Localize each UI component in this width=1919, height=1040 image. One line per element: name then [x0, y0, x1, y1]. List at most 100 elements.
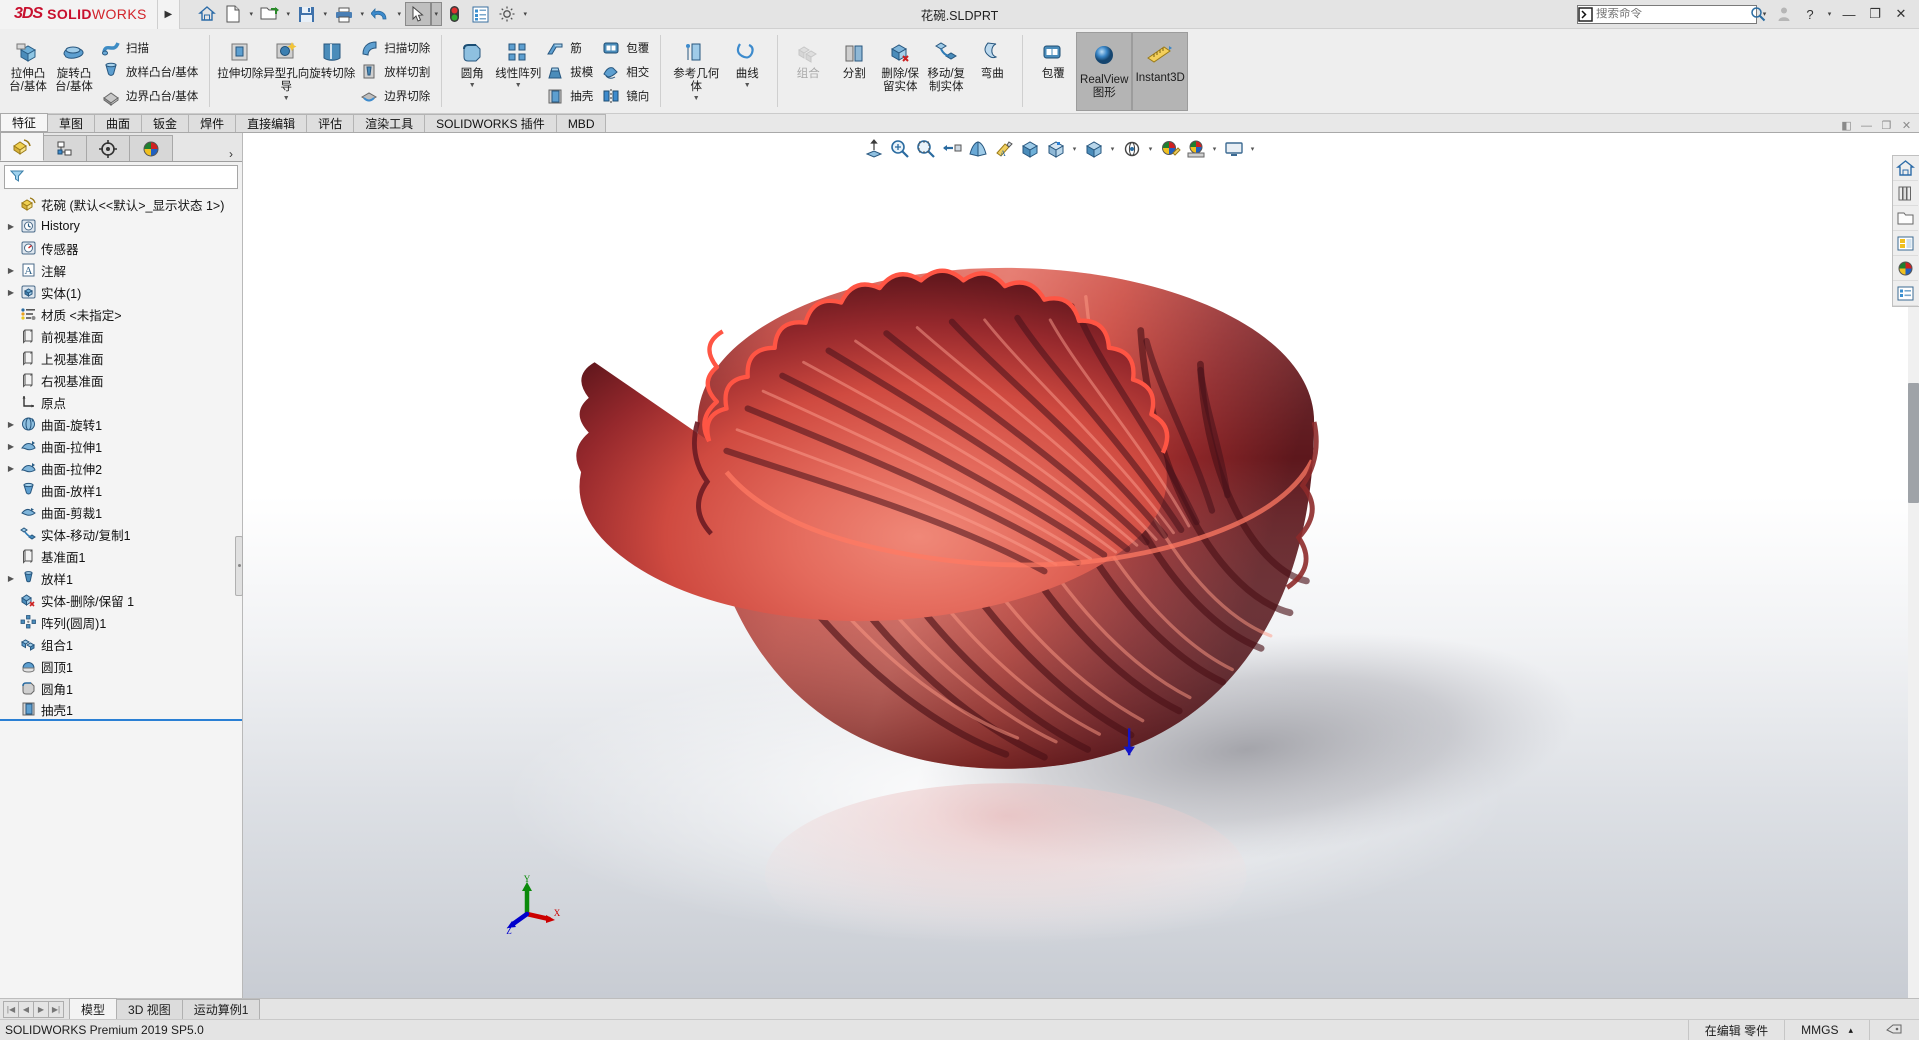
design-library-home-icon[interactable]	[1893, 156, 1918, 181]
panel-splitter-handle[interactable]	[235, 535, 243, 596]
undo-icon[interactable]	[368, 2, 394, 26]
sweep-button[interactable]: 扫描	[97, 36, 202, 60]
linear-pattern-caret-icon[interactable]: ▼	[515, 82, 522, 89]
tree-arrow-surface-extrude2[interactable]: ▶	[4, 464, 18, 473]
linear-pattern-button[interactable]: 线性阵列 ▼	[495, 32, 541, 89]
draft-button[interactable]: 拔模	[541, 60, 597, 84]
view-settings-caret-icon[interactable]: ▾	[1145, 137, 1156, 162]
help-button[interactable]: ?	[1798, 2, 1822, 26]
doc-restore-button[interactable]: ❐	[1879, 119, 1894, 132]
tree-item-annotations[interactable]: ▶ A 注解	[0, 259, 242, 281]
tree-arrow-surface-revolve[interactable]: ▶	[4, 420, 18, 429]
viewport-caret-icon[interactable]: ▾	[1247, 137, 1258, 162]
zoom-to-area-icon[interactable]	[887, 137, 912, 162]
feature-manager-tab[interactable]	[0, 132, 44, 161]
new-document-icon[interactable]	[220, 2, 246, 26]
bottom-tab-motion-study[interactable]: 运动算例1	[181, 999, 261, 1019]
tree-item-plane1[interactable]: 基准面1	[0, 545, 242, 567]
search-caret-icon[interactable]: ▾	[1759, 2, 1770, 26]
tab-mbd[interactable]: MBD	[555, 114, 607, 132]
save-caret-icon[interactable]: ▾	[320, 2, 331, 26]
realview-toggle-button[interactable]: RealView 图形	[1076, 32, 1133, 111]
settings-caret-icon[interactable]: ▾	[520, 2, 531, 26]
nav-last-button[interactable]: ▶|	[48, 1001, 64, 1018]
tree-item-sensors[interactable]: 传感器	[0, 237, 242, 259]
search-command-box[interactable]	[1577, 4, 1766, 24]
revolve-boss-button[interactable]: 旋转凸台/基体	[51, 32, 97, 94]
reference-geometry-caret-icon[interactable]: ▼	[693, 95, 700, 102]
options-list-icon[interactable]	[468, 2, 494, 26]
file-explorer-icon[interactable]	[1893, 206, 1918, 231]
bottom-tab-3dviews[interactable]: 3D 视图	[116, 999, 183, 1019]
minimize-button[interactable]: —	[1837, 2, 1861, 26]
tree-item-surface-extrude2[interactable]: ▶ 曲面-拉伸2	[0, 457, 242, 479]
view-settings-icon[interactable]	[1119, 137, 1144, 162]
display-style-icon[interactable]: A	[991, 137, 1016, 162]
select-caret-icon[interactable]: ▾	[430, 2, 442, 26]
pin-button[interactable]: ◧	[1839, 119, 1854, 132]
tree-item-solid-bodies[interactable]: ▶ 实体(1)	[0, 281, 242, 303]
scene-background-icon[interactable]	[1183, 137, 1208, 162]
rib-button[interactable]: 筋	[541, 36, 597, 60]
nav-first-button[interactable]: |◀	[3, 1001, 19, 1018]
tree-item-dome1[interactable]: 圆顶1	[0, 655, 242, 677]
close-button[interactable]: ✕	[1889, 2, 1913, 26]
tree-item-combine1[interactable]: 组合1	[0, 633, 242, 655]
new-document-caret-icon[interactable]: ▾	[246, 2, 257, 26]
tree-item-body-move-copy1[interactable]: 实体-移动/复制1	[0, 523, 242, 545]
tree-item-root[interactable]: 花碗 (默认<<默认>_显示状态 1>)	[0, 193, 242, 215]
tree-item-body-delete-keep1[interactable]: 实体-删除/保留 1	[0, 589, 242, 611]
tree-arrow-history[interactable]: ▶	[4, 222, 18, 231]
hole-wizard-button[interactable]: 异型孔向导 ▼	[263, 32, 309, 102]
tree-arrow-annotations[interactable]: ▶	[4, 266, 18, 275]
tree-item-surface-extrude1[interactable]: ▶ 曲面-拉伸1	[0, 435, 242, 457]
scene-caret-icon[interactable]: ▾	[1209, 137, 1220, 162]
tag-icon[interactable]	[1869, 1019, 1919, 1040]
view-orientation-icon[interactable]	[965, 137, 990, 162]
print-caret-icon[interactable]: ▾	[357, 2, 368, 26]
nav-prev-button[interactable]: ◀	[18, 1001, 34, 1018]
tab-render-tools[interactable]: 渲染工具	[353, 114, 426, 132]
section-view-icon[interactable]	[939, 137, 964, 162]
loft-cut-button[interactable]: 放样切割	[355, 60, 434, 84]
doc-close-button[interactable]: ✕	[1899, 119, 1914, 132]
tree-item-shell1[interactable]: 抽壳1	[0, 699, 242, 721]
tab-surfaces[interactable]: 曲面	[94, 114, 143, 132]
property-manager-tab[interactable]	[43, 135, 87, 161]
tree-item-fillet1[interactable]: 圆角1	[0, 677, 242, 699]
tree-arrow-loft1[interactable]: ▶	[4, 574, 18, 583]
open-folder-caret-icon[interactable]: ▾	[283, 2, 294, 26]
design-library-icon[interactable]	[1893, 181, 1918, 206]
fillet-caret-icon[interactable]: ▼	[469, 82, 476, 89]
appearances-scenes-icon[interactable]	[1893, 256, 1918, 281]
bottom-tab-model[interactable]: 模型	[69, 998, 118, 1019]
curves-button[interactable]: 曲线 ▼	[724, 32, 770, 89]
tree-item-surface-revolve1[interactable]: ▶ 曲面-旋转1	[0, 413, 242, 435]
tab-sketch[interactable]: 草图	[47, 114, 96, 132]
doc-minimize-button[interactable]: —	[1859, 120, 1874, 132]
status-units-label[interactable]: MMGS ▴	[1784, 1019, 1869, 1040]
help-caret-icon[interactable]: ▾	[1824, 2, 1835, 26]
sweep-cut-button[interactable]: 扫描切除	[355, 36, 434, 60]
extrude-boss-button[interactable]: 拉伸凸台/基体	[5, 32, 51, 94]
instant3d-toggle-button[interactable]: Instant3D	[1132, 32, 1189, 111]
revolve-cut-button[interactable]: 旋转切除	[309, 32, 355, 81]
solidworks-logo[interactable]: 3DS SOLIDWORKS	[0, 0, 158, 29]
settings-gear-icon[interactable]	[494, 2, 520, 26]
open-folder-icon[interactable]	[257, 2, 283, 26]
custom-properties-icon[interactable]	[1893, 281, 1918, 306]
tab-features[interactable]: 特征	[0, 113, 49, 132]
wrap2-button[interactable]: 包覆	[1030, 32, 1076, 81]
tree-item-material[interactable]: 材质 <未指定>	[0, 303, 242, 325]
print-icon[interactable]	[331, 2, 357, 26]
intersect-button[interactable]: 相交	[597, 60, 653, 84]
zoom-to-fit-icon[interactable]	[861, 137, 886, 162]
units-caret-icon[interactable]: ▴	[1848, 1025, 1853, 1036]
extrude-cut-button[interactable]: 拉伸切除	[217, 32, 263, 81]
delete-keep-body-button[interactable]: 删除/保留实体	[877, 32, 923, 94]
select-arrow-icon[interactable]	[404, 2, 431, 26]
split-button[interactable]: 分割	[831, 32, 877, 81]
tree-item-loft1[interactable]: ▶ 放样1	[0, 567, 242, 589]
combine-button[interactable]: 组合	[785, 32, 831, 81]
home-icon[interactable]	[194, 2, 220, 26]
